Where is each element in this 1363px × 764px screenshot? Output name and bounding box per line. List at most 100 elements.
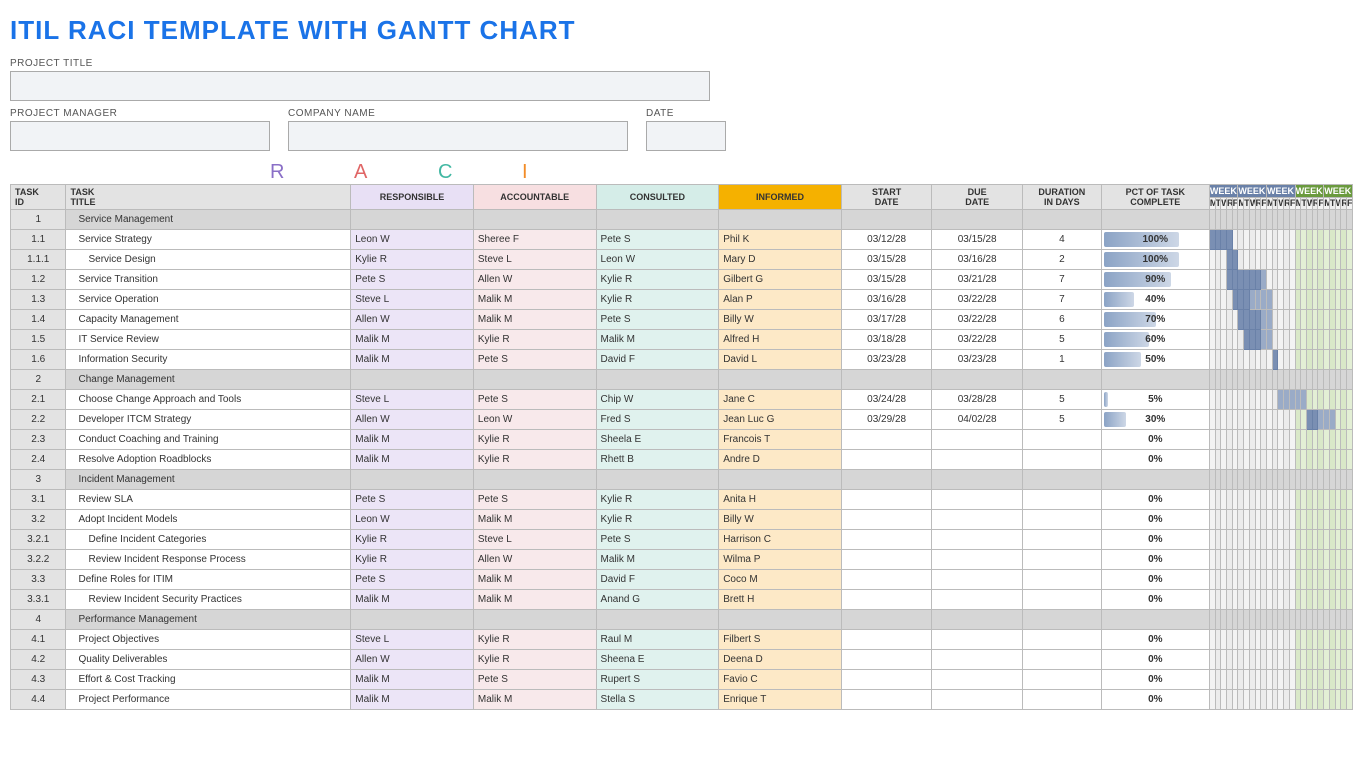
cell-start[interactable]: 03/24/28 bbox=[841, 390, 932, 410]
table-row[interactable]: 1.3Service OperationSteve LMalik MKylie … bbox=[11, 290, 1353, 310]
cell-accountable[interactable]: Allen W bbox=[473, 270, 596, 290]
cell-due[interactable] bbox=[932, 550, 1023, 570]
cell-duration[interactable] bbox=[1022, 450, 1101, 470]
cell-start[interactable]: 03/18/28 bbox=[841, 330, 932, 350]
cell-start[interactable] bbox=[841, 590, 932, 610]
cell-pct[interactable]: 0% bbox=[1101, 430, 1209, 450]
cell-accountable[interactable]: Kylie R bbox=[473, 330, 596, 350]
cell-informed[interactable]: Andre D bbox=[719, 450, 842, 470]
cell-consulted[interactable]: Sheena E bbox=[596, 650, 719, 670]
cell-due[interactable] bbox=[932, 530, 1023, 550]
cell-accountable[interactable]: Malik M bbox=[473, 570, 596, 590]
cell-start[interactable]: 03/15/28 bbox=[841, 250, 932, 270]
cell-accountable[interactable]: Sheree F bbox=[473, 230, 596, 250]
cell-duration[interactable] bbox=[1022, 650, 1101, 670]
cell-accountable[interactable]: Kylie R bbox=[473, 430, 596, 450]
cell-start[interactable] bbox=[841, 510, 932, 530]
cell-consulted[interactable]: Malik M bbox=[596, 330, 719, 350]
cell-title[interactable]: IT Service Review bbox=[66, 330, 351, 350]
cell-accountable[interactable]: Malik M bbox=[473, 290, 596, 310]
cell-consulted[interactable]: David F bbox=[596, 570, 719, 590]
cell-duration[interactable] bbox=[1022, 430, 1101, 450]
cell-responsible[interactable]: Malik M bbox=[351, 450, 474, 470]
cell-start[interactable] bbox=[841, 670, 932, 690]
cell-consulted[interactable]: Chip W bbox=[596, 390, 719, 410]
project-title-input[interactable] bbox=[10, 71, 710, 101]
table-row[interactable]: 2.4Resolve Adoption RoadblocksMalik MKyl… bbox=[11, 450, 1353, 470]
cell-title[interactable]: Resolve Adoption Roadblocks bbox=[66, 450, 351, 470]
cell-pct[interactable]: 50% bbox=[1101, 350, 1209, 370]
cell-consulted[interactable]: Kylie R bbox=[596, 270, 719, 290]
table-row[interactable]: 1.4Capacity ManagementAllen WMalik MPete… bbox=[11, 310, 1353, 330]
company-name-input[interactable] bbox=[288, 121, 628, 151]
cell-consulted[interactable]: Raul M bbox=[596, 630, 719, 650]
table-row[interactable]: 1.6Information SecurityMalik MPete SDavi… bbox=[11, 350, 1353, 370]
cell-duration[interactable] bbox=[1022, 490, 1101, 510]
cell-due[interactable] bbox=[932, 510, 1023, 530]
cell-responsible[interactable]: Pete S bbox=[351, 270, 474, 290]
cell-responsible[interactable]: Malik M bbox=[351, 670, 474, 690]
cell-consulted[interactable]: Pete S bbox=[596, 530, 719, 550]
cell-start[interactable] bbox=[841, 450, 932, 470]
cell-consulted[interactable]: Malik M bbox=[596, 550, 719, 570]
cell-responsible[interactable]: Steve L bbox=[351, 290, 474, 310]
cell-duration[interactable] bbox=[1022, 590, 1101, 610]
cell-start[interactable] bbox=[841, 550, 932, 570]
cell-responsible[interactable]: Malik M bbox=[351, 590, 474, 610]
cell-accountable[interactable]: Steve L bbox=[473, 250, 596, 270]
cell-start[interactable] bbox=[841, 570, 932, 590]
cell-duration[interactable]: 5 bbox=[1022, 330, 1101, 350]
cell-due[interactable]: 03/22/28 bbox=[932, 290, 1023, 310]
cell-consulted[interactable]: Rhett B bbox=[596, 450, 719, 470]
cell-responsible[interactable]: Allen W bbox=[351, 410, 474, 430]
cell-informed[interactable]: Deena D bbox=[719, 650, 842, 670]
cell-start[interactable] bbox=[841, 490, 932, 510]
cell-pct[interactable]: 0% bbox=[1101, 550, 1209, 570]
cell-pct[interactable]: 100% bbox=[1101, 230, 1209, 250]
cell-informed[interactable]: Phil K bbox=[719, 230, 842, 250]
cell-consulted[interactable]: Kylie R bbox=[596, 490, 719, 510]
table-row[interactable]: 4.3Effort & Cost TrackingMalik MPete SRu… bbox=[11, 670, 1353, 690]
cell-responsible[interactable]: Leon W bbox=[351, 230, 474, 250]
cell-duration[interactable] bbox=[1022, 570, 1101, 590]
cell-informed[interactable]: Alfred H bbox=[719, 330, 842, 350]
cell-start[interactable] bbox=[841, 530, 932, 550]
cell-consulted[interactable]: Rupert S bbox=[596, 670, 719, 690]
cell-consulted[interactable]: David F bbox=[596, 350, 719, 370]
cell-title[interactable]: Developer ITCM Strategy bbox=[66, 410, 351, 430]
table-row[interactable]: 2.1Choose Change Approach and ToolsSteve… bbox=[11, 390, 1353, 410]
cell-due[interactable]: 04/02/28 bbox=[932, 410, 1023, 430]
cell-informed[interactable]: Billy W bbox=[719, 510, 842, 530]
cell-responsible[interactable]: Leon W bbox=[351, 510, 474, 530]
date-input[interactable] bbox=[646, 121, 726, 151]
cell-consulted[interactable]: Anand G bbox=[596, 590, 719, 610]
table-row[interactable]: 1.2Service TransitionPete SAllen WKylie … bbox=[11, 270, 1353, 290]
cell-accountable[interactable]: Pete S bbox=[473, 390, 596, 410]
cell-informed[interactable]: Harrison C bbox=[719, 530, 842, 550]
cell-due[interactable]: 03/23/28 bbox=[932, 350, 1023, 370]
cell-pct[interactable]: 30% bbox=[1101, 410, 1209, 430]
cell-duration[interactable]: 7 bbox=[1022, 270, 1101, 290]
cell-informed[interactable]: Gilbert G bbox=[719, 270, 842, 290]
cell-accountable[interactable]: Malik M bbox=[473, 690, 596, 710]
cell-title[interactable]: Conduct Coaching and Training bbox=[66, 430, 351, 450]
cell-pct[interactable]: 40% bbox=[1101, 290, 1209, 310]
cell-consulted[interactable]: Kylie R bbox=[596, 290, 719, 310]
cell-due[interactable]: 03/15/28 bbox=[932, 230, 1023, 250]
cell-pct[interactable]: 0% bbox=[1101, 490, 1209, 510]
cell-informed[interactable]: Mary D bbox=[719, 250, 842, 270]
cell-accountable[interactable]: Allen W bbox=[473, 550, 596, 570]
cell-title[interactable]: Information Security bbox=[66, 350, 351, 370]
cell-due[interactable]: 03/22/28 bbox=[932, 310, 1023, 330]
cell-accountable[interactable]: Malik M bbox=[473, 510, 596, 530]
cell-accountable[interactable]: Kylie R bbox=[473, 650, 596, 670]
cell-pct[interactable]: 0% bbox=[1101, 590, 1209, 610]
cell-title[interactable]: Service Transition bbox=[66, 270, 351, 290]
cell-responsible[interactable]: Kylie R bbox=[351, 250, 474, 270]
cell-title[interactable]: Effort & Cost Tracking bbox=[66, 670, 351, 690]
cell-consulted[interactable]: Pete S bbox=[596, 310, 719, 330]
cell-title[interactable]: Service Design bbox=[66, 250, 351, 270]
cell-consulted[interactable]: Pete S bbox=[596, 230, 719, 250]
cell-due[interactable]: 03/22/28 bbox=[932, 330, 1023, 350]
cell-accountable[interactable]: Pete S bbox=[473, 490, 596, 510]
